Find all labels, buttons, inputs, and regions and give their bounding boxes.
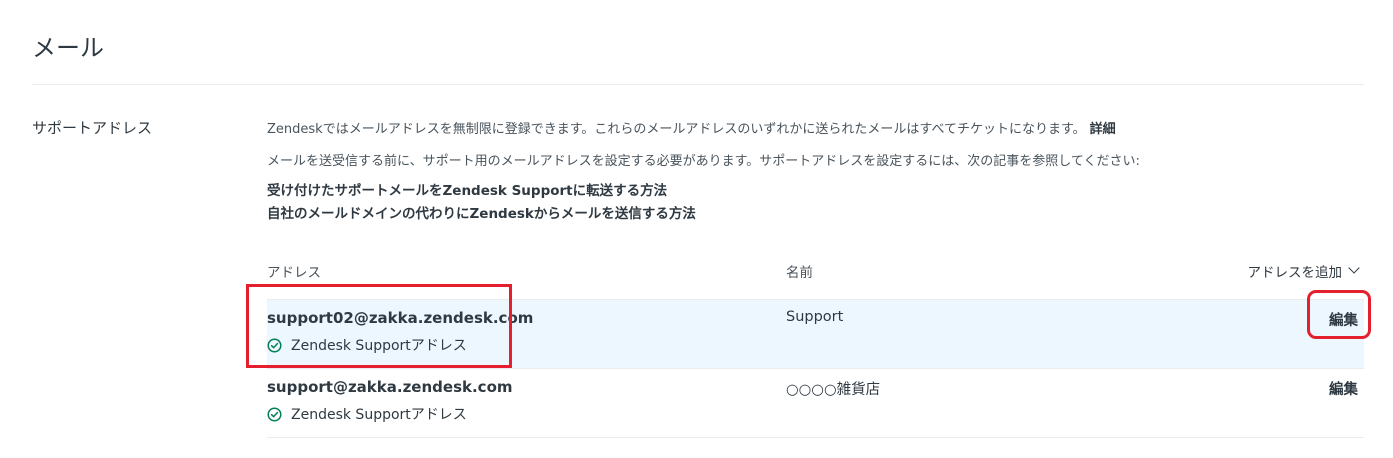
details-link[interactable]: 詳細: [1090, 122, 1116, 137]
column-header-name: 名前: [786, 265, 813, 281]
description-line-1: Zendeskではメールアドレスを無制限に登録できます。これらのメールアドレスの…: [267, 118, 1116, 137]
article-link-forwarding[interactable]: 受け付けたサポートメールをZendesk Supportに転送する方法: [267, 179, 667, 199]
edit-button[interactable]: 編集: [1329, 378, 1358, 399]
row-divider: [267, 437, 1364, 438]
article-link-sending[interactable]: 自社のメールドメインの代わりにZendeskからメールを送信する方法: [267, 202, 696, 222]
annotation-highlight-address: [246, 284, 512, 368]
chevron-down-icon: [1348, 262, 1360, 274]
add-address-dropdown[interactable]: アドレスを追加: [1247, 261, 1360, 281]
page-title: メール: [32, 34, 104, 62]
badge-label: Zendesk Supportアドレス: [291, 407, 467, 423]
check-circle-icon: [267, 406, 282, 422]
address-email: support@zakka.zendesk.com: [267, 378, 513, 396]
add-address-label: アドレスを追加: [1247, 265, 1343, 281]
column-header-address: アドレス: [267, 265, 321, 281]
annotation-highlight-edit: [1307, 290, 1371, 339]
address-name: ○○○○雑貨店: [786, 382, 881, 398]
support-address-badge: Zendesk Supportアドレス: [267, 404, 467, 424]
address-name: Support: [786, 309, 844, 325]
title-divider: [32, 84, 1364, 85]
section-label: サポートアドレス: [32, 119, 153, 137]
description-line-2: メールを送受信する前に、サポート用のメールアドレスを設定する必要があります。サポ…: [267, 154, 1140, 169]
description-text-1: Zendeskではメールアドレスを無制限に登録できます。これらのメールアドレスの…: [267, 122, 1086, 137]
table-row: support@zakka.zendesk.com Zendesk Suppor…: [267, 369, 1364, 437]
